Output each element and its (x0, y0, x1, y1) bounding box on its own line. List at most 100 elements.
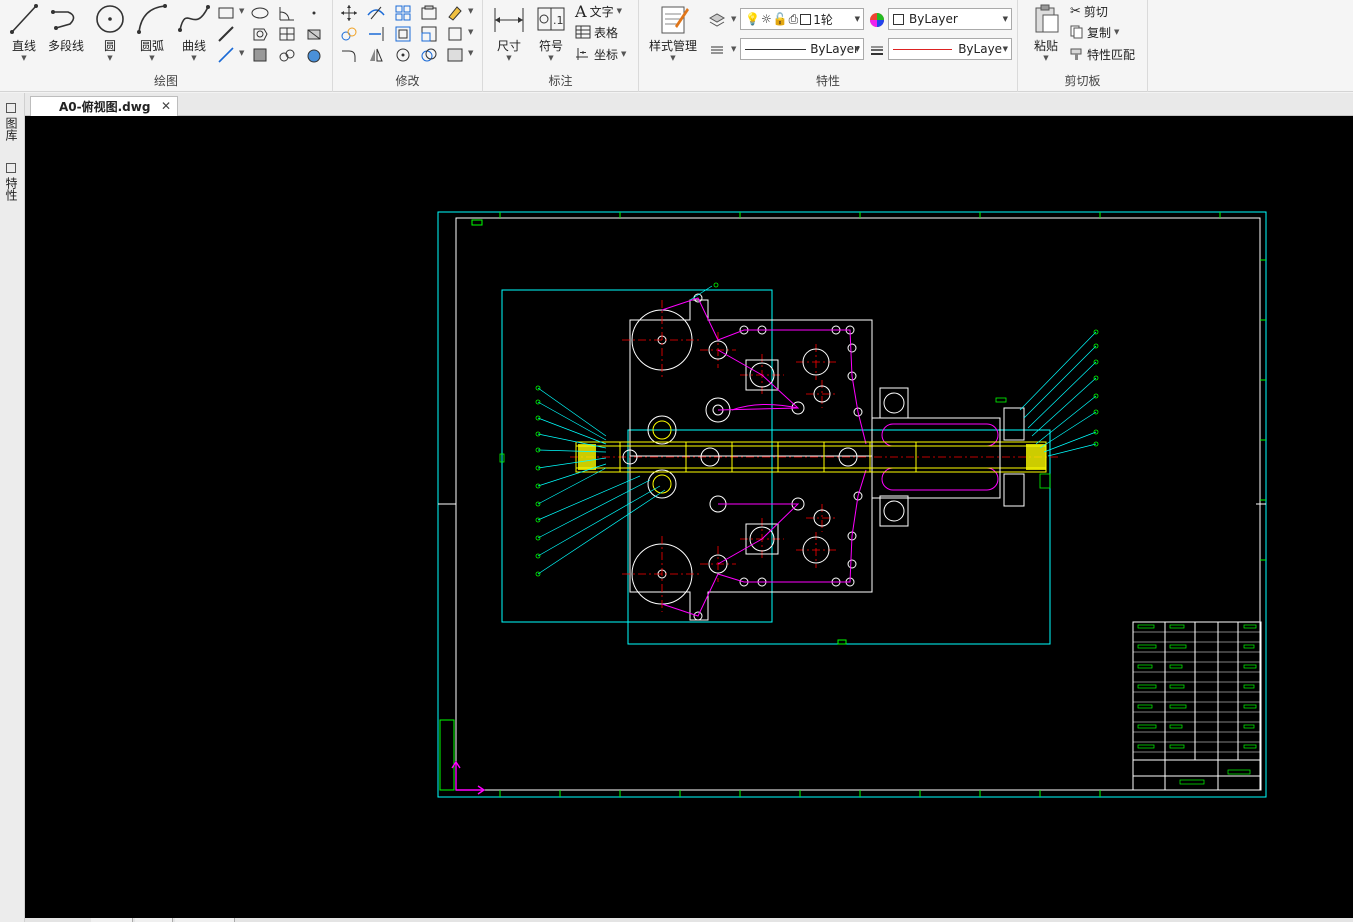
draw-panel: 直线 ▼ 多段线 圆 ▼ 圆弧 ▼ 曲线 ▼ ▼ ▼ 绘图 (0, 0, 333, 92)
cloud-icon (279, 49, 295, 62)
trim-button[interactable] (366, 3, 386, 23)
table-label: 表格 (594, 25, 619, 40)
lineweight-button[interactable] (867, 40, 887, 60)
chevron-down-icon[interactable]: ▼ (487, 54, 531, 62)
scissors-icon: ✂ (1070, 3, 1081, 19)
chevron-down-icon[interactable]: ▼ (88, 54, 132, 62)
copy-button[interactable]: 复制 ▼ (1070, 22, 1119, 42)
properties-edit-button[interactable] (445, 45, 465, 65)
linetype-dropdown[interactable]: ByLayer ▼ (740, 38, 864, 60)
align-button[interactable] (419, 45, 439, 65)
stretch-button[interactable] (419, 3, 439, 23)
chevron-down-icon[interactable]: ▼ (468, 28, 473, 36)
cloud-button[interactable] (277, 45, 297, 65)
point-button[interactable] (304, 3, 324, 23)
scale-icon (421, 26, 437, 42)
region-icon (253, 28, 268, 41)
copy-object-button[interactable] (339, 24, 359, 44)
table-grid-button[interactable] (277, 24, 297, 44)
gradient-button[interactable] (304, 45, 324, 65)
chevron-down-icon[interactable]: ▼ (731, 45, 736, 53)
arc-button[interactable]: 圆弧 ▼ (130, 2, 174, 64)
polyline-button[interactable]: 多段线 (44, 2, 88, 64)
chevron-down-icon[interactable]: ▼ (529, 54, 573, 62)
list-button[interactable] (707, 40, 727, 60)
side-palette: 图库 特性 (0, 93, 25, 922)
chevron-down-icon[interactable]: ▼ (1114, 28, 1119, 36)
title-block (1132, 621, 1262, 791)
printer-icon: ⎙ (788, 11, 799, 26)
chevron-down-icon[interactable]: ▼ (468, 7, 473, 15)
line-icon (10, 4, 38, 34)
mirror-button[interactable] (366, 45, 386, 65)
side-tab-properties[interactable]: 特性 (4, 163, 20, 201)
coordinate-button[interactable]: 坐标 ▼ (575, 44, 626, 64)
layout-tab-2[interactable] (175, 918, 235, 922)
erase-button[interactable] (445, 3, 465, 23)
extend-button[interactable] (366, 24, 386, 44)
chevron-down-icon[interactable]: ▼ (172, 54, 216, 62)
color-wheel-button[interactable] (867, 10, 887, 30)
array-button[interactable] (393, 3, 413, 23)
dimension-icon (494, 8, 524, 32)
circle-icon (96, 5, 124, 33)
chevron-down-icon[interactable]: ▼ (645, 54, 701, 62)
chevron-down-icon[interactable]: ▼ (2, 54, 46, 62)
chevron-down-icon[interactable]: ▼ (617, 7, 622, 15)
match-properties-button[interactable]: 特性匹配 (1070, 44, 1135, 64)
rectangle-button[interactable] (216, 3, 236, 23)
lineweight-sample (893, 48, 953, 50)
ray-button[interactable] (216, 45, 236, 65)
side-tab-library[interactable]: 图库 (4, 103, 20, 141)
spline-button[interactable]: 曲线 ▼ (172, 2, 216, 64)
color-wheel-icon (870, 13, 884, 27)
style-manager-button[interactable]: 样式管理 ▼ (645, 2, 701, 64)
chevron-down-icon[interactable]: ▼ (468, 49, 473, 57)
model-tab[interactable] (91, 918, 133, 922)
wipeout-button[interactable] (304, 24, 324, 44)
layout-tab-1[interactable] (135, 918, 173, 922)
chevron-down-icon[interactable]: ▼ (239, 49, 244, 57)
line-button[interactable]: 直线 ▼ (2, 2, 46, 64)
copy-object-icon (341, 27, 357, 41)
text-button[interactable]: A 文字 ▼ (575, 1, 622, 21)
table-button[interactable]: 表格 (575, 22, 618, 42)
wipeout-icon (307, 29, 321, 40)
cut-button[interactable]: ✂ 剪切 (1070, 1, 1108, 21)
offset-button[interactable] (393, 24, 413, 44)
color-swatch (893, 13, 904, 25)
dimension-label: 尺寸 (496, 39, 521, 53)
move-button[interactable] (339, 3, 359, 23)
layer-manager-button[interactable] (707, 10, 727, 30)
color-dropdown[interactable]: ByLayer ▼ (888, 8, 1012, 30)
chevron-down-icon[interactable]: ▼ (130, 54, 174, 62)
chevron-down-icon[interactable]: ▼ (621, 50, 626, 58)
chevron-down-icon[interactable]: ▼ (1024, 54, 1068, 62)
fillet-button[interactable] (339, 45, 359, 65)
paste-button[interactable]: 粘贴 ▼ (1024, 2, 1068, 64)
construction-line-button[interactable] (216, 24, 236, 44)
border-ticks (499, 212, 1266, 797)
drawing-view[interactable] (25, 116, 1353, 918)
close-icon[interactable]: ✕ (161, 99, 171, 113)
layer-dropdown[interactable]: 💡 ☼ 🔓 ⎙ 1轮 ▼ (740, 8, 864, 30)
modify-panel-title: 修改 (395, 74, 420, 88)
text-icon: A (575, 1, 587, 21)
circle-button[interactable]: 圆 ▼ (88, 2, 132, 64)
ellipse-button[interactable] (250, 3, 270, 23)
symbol-label: 符号 (538, 39, 563, 53)
hatch-button[interactable] (250, 45, 270, 65)
rotate-button[interactable] (393, 45, 413, 65)
lineweight-dropdown[interactable]: ByLayer ▼ (888, 38, 1012, 60)
region-button[interactable] (250, 24, 270, 44)
scale-button[interactable] (419, 24, 439, 44)
document-tab[interactable]: A0-俯视图.dwg ✕ (30, 96, 178, 116)
explode-button[interactable] (445, 24, 465, 44)
symbol-button[interactable]: .1 符号 ▼ (529, 2, 573, 64)
arc-icon (137, 4, 167, 34)
drawing-canvas[interactable] (25, 116, 1353, 918)
dimension-button[interactable]: 尺寸 ▼ (487, 2, 531, 64)
chevron-down-icon[interactable]: ▼ (731, 15, 736, 23)
angle-button[interactable] (277, 3, 297, 23)
chevron-down-icon[interactable]: ▼ (239, 7, 244, 15)
